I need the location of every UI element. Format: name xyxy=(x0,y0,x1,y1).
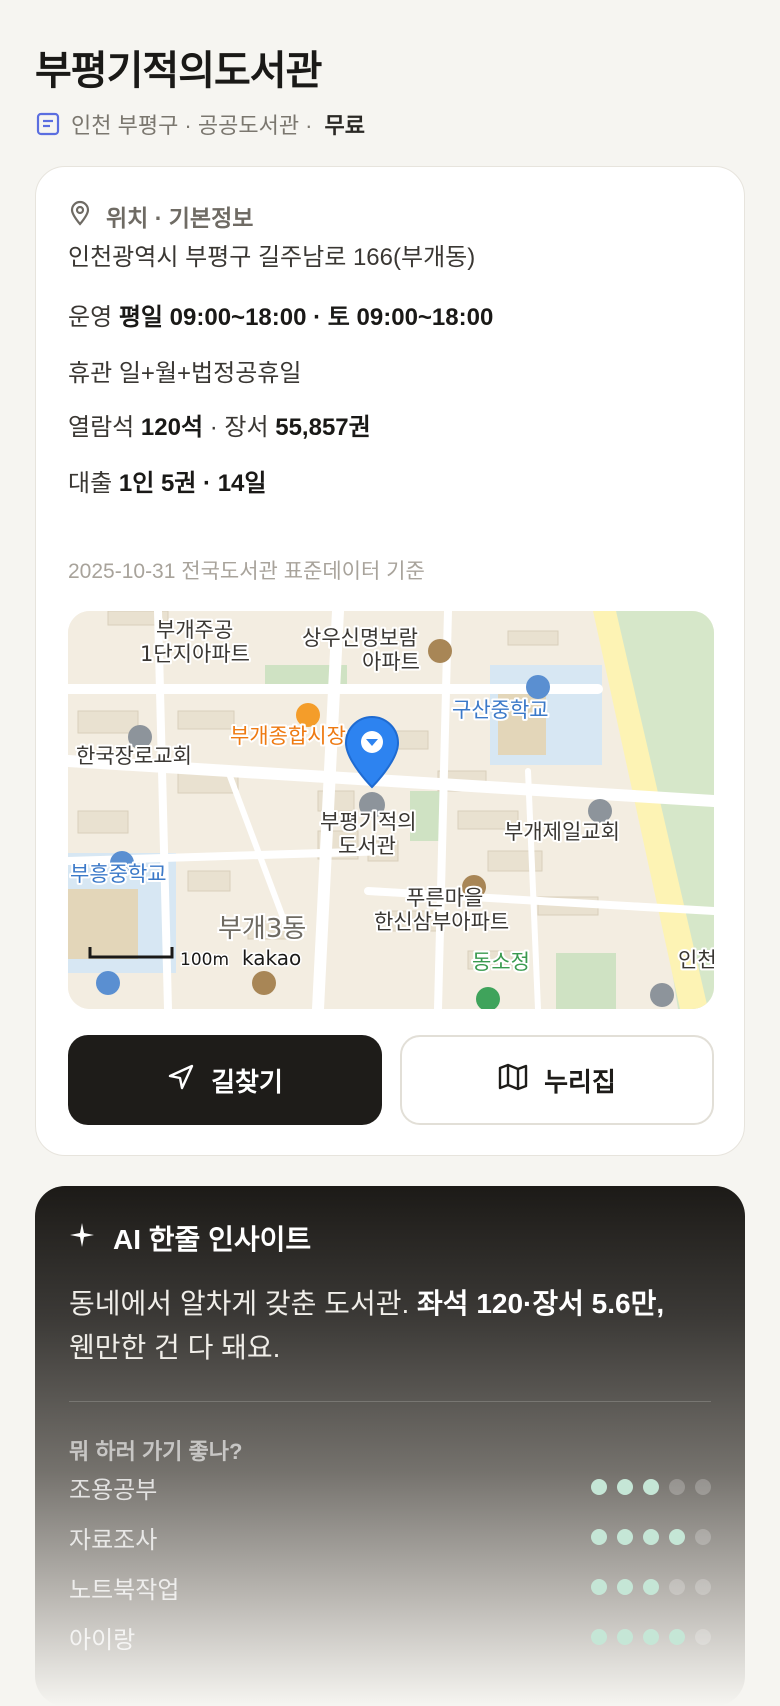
svg-text:상우신명보람: 상우신명보람 xyxy=(302,626,418,650)
seats-value: 120석 xyxy=(140,414,204,441)
activity-rating xyxy=(591,1579,711,1595)
info-section-header: 위치 · 기본정보 xyxy=(68,199,253,233)
rating-dot xyxy=(591,1529,607,1545)
ai-insight-text: 동네에서 알차게 갖춘 도서관. 좌석 120·장서 5.6만, 웬만한 건 다 … xyxy=(69,1282,709,1370)
rating-dot xyxy=(669,1629,685,1645)
library-meta: 인천 부평구 · 공공도서관 · 무료 xyxy=(35,108,365,140)
svg-text:한신삼부아파트: 한신삼부아파트 xyxy=(374,910,509,934)
activity-label: 아이랑 xyxy=(69,1626,136,1654)
location-pin-icon xyxy=(68,200,92,232)
activity-row: 노트북작업 xyxy=(69,1572,711,1604)
divider xyxy=(69,1401,711,1402)
info-section-title: 위치 · 기본정보 xyxy=(106,205,254,231)
activity-row: 조용공부 xyxy=(69,1472,711,1504)
rating-dot xyxy=(591,1629,607,1645)
directions-label: 길찾기 xyxy=(211,1066,283,1097)
books-value: 55,857권 xyxy=(275,414,371,441)
rating-dot xyxy=(617,1579,633,1595)
info-card: 위치 · 기본정보 인천광역시 부평구 길주남로 166(부개동) 운영 평일 … xyxy=(35,166,745,1156)
hours-value: 평일 09:00~18:00 · 토 09:00~18:00 xyxy=(118,304,494,331)
ai-text-plain-2: 웬만한 건 다 돼요. xyxy=(69,1332,281,1363)
rating-dot xyxy=(591,1579,607,1595)
rating-dot xyxy=(695,1579,711,1595)
svg-text:인천: 인천 xyxy=(678,948,714,972)
svg-text:동소정: 동소정 xyxy=(472,950,530,974)
document-icon xyxy=(35,111,61,137)
svg-text:부흥중학교: 부흥중학교 xyxy=(70,862,167,886)
hours-row: 운영 평일 09:00~18:00 · 토 09:00~18:00 xyxy=(68,297,493,332)
activity-row: 자료조사 xyxy=(69,1522,711,1554)
activity-label: 노트북작업 xyxy=(69,1576,180,1604)
map-view[interactable]: 부개주공 1단지아파트 상우신명보람 아파트 구산중학교 부개종합시장 한국장로… xyxy=(68,611,714,1009)
activity-label: 조용공부 xyxy=(69,1476,158,1504)
rating-dot xyxy=(669,1529,685,1545)
loan-value: 1인 5권 · 14일 xyxy=(118,470,267,497)
data-source: 2025-10-31 전국도서관 표준데이터 기준 xyxy=(68,560,425,583)
closed-value: 일+월+법정공휴일 xyxy=(118,360,302,387)
ai-text-plain: 동네에서 알차게 갖춘 도서관. xyxy=(69,1288,410,1319)
rating-dot xyxy=(643,1479,659,1495)
rating-dot xyxy=(695,1629,711,1645)
svg-text:푸른마을: 푸른마을 xyxy=(406,886,483,910)
svg-text:부평기적의: 부평기적의 xyxy=(320,810,417,834)
activity-rating xyxy=(591,1629,711,1645)
svg-text:kakao: kakao xyxy=(242,946,301,970)
svg-text:한국장로교회: 한국장로교회 xyxy=(76,744,192,768)
address: 인천광역시 부평구 길주남로 166(부개동) xyxy=(68,244,476,271)
activity-rating xyxy=(591,1529,711,1545)
svg-text:도서관: 도서관 xyxy=(338,834,396,858)
svg-text:1단지아파트: 1단지아파트 xyxy=(140,642,250,666)
capacity-row: 열람석 120석 · 장서 55,857권 xyxy=(68,407,371,442)
ai-insight-card: AI 한줄 인사이트 동네에서 알차게 갖춘 도서관. 좌석 120·장서 5.… xyxy=(35,1186,745,1706)
navigation-arrow-icon xyxy=(167,1063,195,1098)
svg-text:구산중학교: 구산중학교 xyxy=(452,698,549,722)
website-button[interactable]: 누리집 xyxy=(400,1035,714,1125)
loan-label: 대출 xyxy=(68,470,113,497)
activity-rating xyxy=(591,1479,711,1495)
region-type: 인천 부평구 · 공공도서관 · xyxy=(71,113,313,138)
svg-text:부개주공: 부개주공 xyxy=(156,618,233,642)
rating-dot xyxy=(617,1479,633,1495)
rating-dot xyxy=(669,1579,685,1595)
directions-button[interactable]: 길찾기 xyxy=(68,1035,382,1125)
rating-dot xyxy=(669,1479,685,1495)
seats-label: 열람석 xyxy=(68,414,135,441)
rating-dot xyxy=(591,1479,607,1495)
svg-text:아파트: 아파트 xyxy=(362,650,420,674)
website-label: 누리집 xyxy=(544,1066,616,1097)
rating-dot xyxy=(617,1629,633,1645)
map-icon xyxy=(498,1063,528,1098)
page-title: 부평기적의도서관 xyxy=(35,49,322,93)
fee-badge: 무료 xyxy=(324,113,365,138)
rating-dot xyxy=(617,1529,633,1545)
sparkle-icon xyxy=(69,1222,95,1255)
rating-dot xyxy=(643,1579,659,1595)
svg-text:100m: 100m xyxy=(180,950,229,970)
books-label: 장서 xyxy=(224,414,269,441)
hours-label: 운영 xyxy=(68,304,113,331)
activity-row: 아이랑 xyxy=(69,1622,711,1654)
ai-insight-header: AI 한줄 인사이트 xyxy=(69,1218,311,1258)
ai-insight-title: AI 한줄 인사이트 xyxy=(113,1224,312,1255)
loan-row: 대출 1인 5권 · 14일 xyxy=(68,463,266,498)
activity-question: 뭐 하러 가기 좋나? xyxy=(69,1439,243,1464)
rating-dot xyxy=(695,1529,711,1545)
closed-row: 휴관 일+월+법정공휴일 xyxy=(68,353,301,388)
svg-text:부개제일교회: 부개제일교회 xyxy=(504,820,620,844)
rating-dot xyxy=(695,1479,711,1495)
separator: · xyxy=(209,414,218,441)
svg-text:부개3동: 부개3동 xyxy=(218,914,306,944)
svg-text:부개종합시장: 부개종합시장 xyxy=(230,724,346,748)
rating-dot xyxy=(643,1629,659,1645)
rating-dot xyxy=(643,1529,659,1545)
ai-text-bold: 좌석 120·장서 5.6만, xyxy=(417,1288,665,1319)
activity-label: 자료조사 xyxy=(69,1526,158,1554)
closed-label: 휴관 xyxy=(68,360,113,387)
